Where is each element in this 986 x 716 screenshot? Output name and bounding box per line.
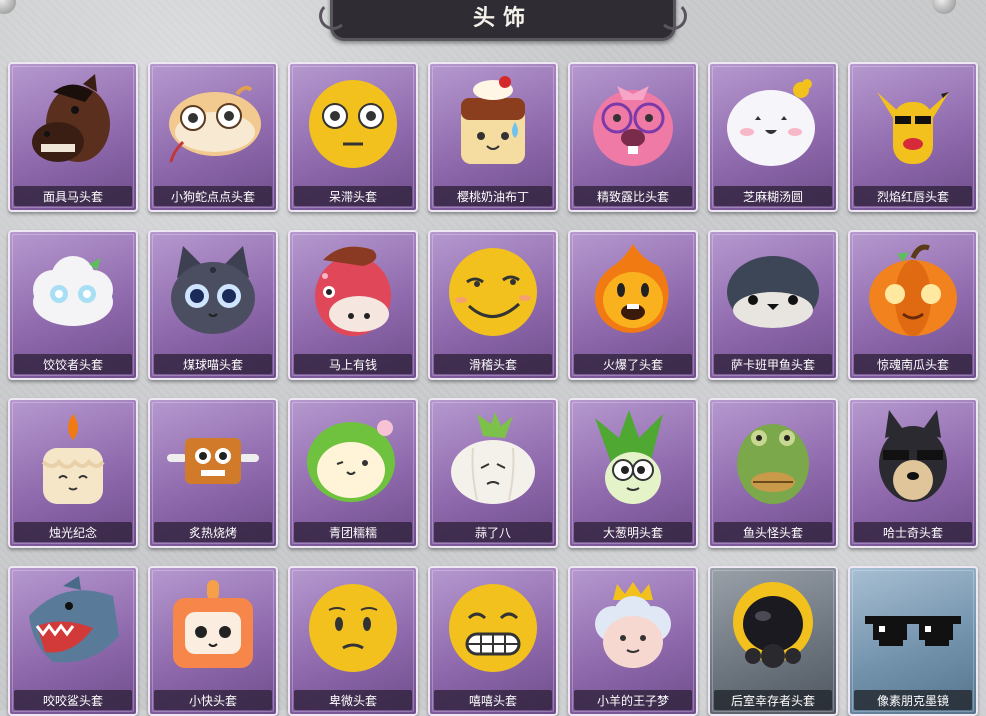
item-card-tangyuan[interactable]: 芝麻糊汤圆 [708,62,838,212]
item-label: 呆滞头套 [294,186,412,206]
item-label: 烛光纪念 [14,522,132,542]
item-label: 烈焰红唇头套 [854,186,972,206]
pixel-sunglasses-icon [865,616,961,646]
item-card-tv-robot[interactable]: 小快头套 [148,566,278,716]
item-label: 小羊的王子梦 [574,690,692,710]
item-card-red-horse[interactable]: 马上有钱 [288,230,418,380]
item-card-pixel-shades[interactable]: 像素朋克墨镜 [848,566,978,716]
item-label: 咬咬鲨头套 [14,690,132,710]
dumpling-cloud-icon [33,256,113,326]
item-label: 嘻嘻头套 [434,690,552,710]
gas-mask-helmet-icon [733,582,813,668]
yellow-mouse-icon [877,92,949,164]
item-card-ruby[interactable]: 精致露比头套 [568,62,698,212]
item-label: 蒜了八 [434,522,552,542]
item-label: 面具马头套 [14,186,132,206]
horse-mask-icon [32,74,110,162]
item-card-scallion[interactable]: 大葱明头套 [568,398,698,548]
item-card-humble[interactable]: 卑微头套 [288,566,418,716]
item-card-horse-mask[interactable]: 面具马头套 [8,62,138,212]
item-card-qingtuan[interactable]: 青团糯糯 [288,398,418,548]
item-label: 滑稽头套 [434,354,552,374]
item-card-candle[interactable]: 烛光纪念 [8,398,138,548]
item-card-pumpkin[interactable]: 惊魂南瓜头套 [848,230,978,380]
item-card-dumpling[interactable]: 饺饺者头套 [8,230,138,380]
dazed-face-icon [309,80,397,168]
bbq-block-icon [167,438,259,484]
item-label: 火爆了头套 [574,354,692,374]
shark-icon [29,576,119,663]
item-label: 煤球喵头套 [154,354,272,374]
item-card-pudding[interactable]: 樱桃奶油布丁 [428,62,558,212]
item-card-bbq[interactable]: 炙热烧烤 [148,398,278,548]
grin-face-icon [449,584,537,672]
page-title: 头饰 [472,6,533,31]
scallion-icon [595,410,663,504]
item-card-dazed[interactable]: 呆滞头套 [288,62,418,212]
item-label: 鱼头怪头套 [714,522,832,542]
fish-monster-icon [737,424,809,504]
item-card-shark[interactable]: 咬咬鲨头套 [8,566,138,716]
fire-face-icon [594,244,669,333]
husky-icon [879,410,947,502]
item-label: 炙热烧烤 [154,522,272,542]
item-card-red-lips[interactable]: 烈焰红唇头套 [848,62,978,212]
item-card-backrooms[interactable]: 后室幸存者头套 [708,566,838,716]
sheep-prince-icon [595,582,671,668]
item-card-husky[interactable]: 哈士奇头套 [848,398,978,548]
item-label: 萨卡班甲鱼头套 [714,354,832,374]
tv-robot-icon [173,580,253,668]
item-label: 大葱明头套 [574,522,692,542]
candle-icon [41,414,105,504]
cherry-pudding-icon [461,76,525,164]
funny-face-icon [449,248,537,336]
item-label: 像素朋克墨镜 [854,690,972,710]
banner-curl-icon [659,2,687,30]
item-card-garlic[interactable]: 蒜了八 [428,398,558,548]
rice-ball-icon [727,79,815,166]
black-cat-icon [171,246,255,334]
item-label: 青团糯糯 [294,522,412,542]
item-card-grin[interactable]: 嘻嘻头套 [428,566,558,716]
item-card-sheep[interactable]: 小羊的王子梦 [568,566,698,716]
item-card-fish[interactable]: 萨卡班甲鱼头套 [708,230,838,380]
item-card-snake[interactable]: 小狗蛇点点头套 [148,62,278,212]
item-label: 哈士奇头套 [854,522,972,542]
item-label: 惊魂南瓜头套 [854,354,972,374]
item-card-funny[interactable]: 滑稽头套 [428,230,558,380]
item-label: 后室幸存者头套 [714,690,832,710]
red-horse-icon [315,246,391,336]
item-card-fire[interactable]: 火爆了头套 [568,230,698,380]
item-label: 精致露比头套 [574,186,692,206]
fish-head-icon [727,256,819,328]
item-label: 卑微头套 [294,690,412,710]
item-label: 小快头套 [154,690,272,710]
green-rice-ball-icon [307,420,395,502]
title-banner: 头饰 [319,0,687,41]
humble-face-icon [309,584,397,672]
item-label: 芝麻糊汤圆 [714,186,832,206]
item-card-fish-monster[interactable]: 鱼头怪头套 [708,398,838,548]
banner-curl-icon [319,2,347,30]
item-label: 小狗蛇点点头套 [154,186,272,206]
item-label: 马上有钱 [294,354,412,374]
snake-head-icon [169,85,261,163]
pink-beaver-icon [593,86,673,166]
item-label: 饺饺者头套 [14,354,132,374]
headwear-grid: 面具马头套 小狗蛇点点头套 呆滞头套 樱桃奶油布丁 精致露比头套 芝麻糊汤圆 烈… [8,62,980,716]
item-card-coal-cat[interactable]: 煤球喵头套 [148,230,278,380]
item-label: 樱桃奶油布丁 [434,186,552,206]
garlic-icon [451,412,535,504]
pumpkin-icon [869,244,957,336]
